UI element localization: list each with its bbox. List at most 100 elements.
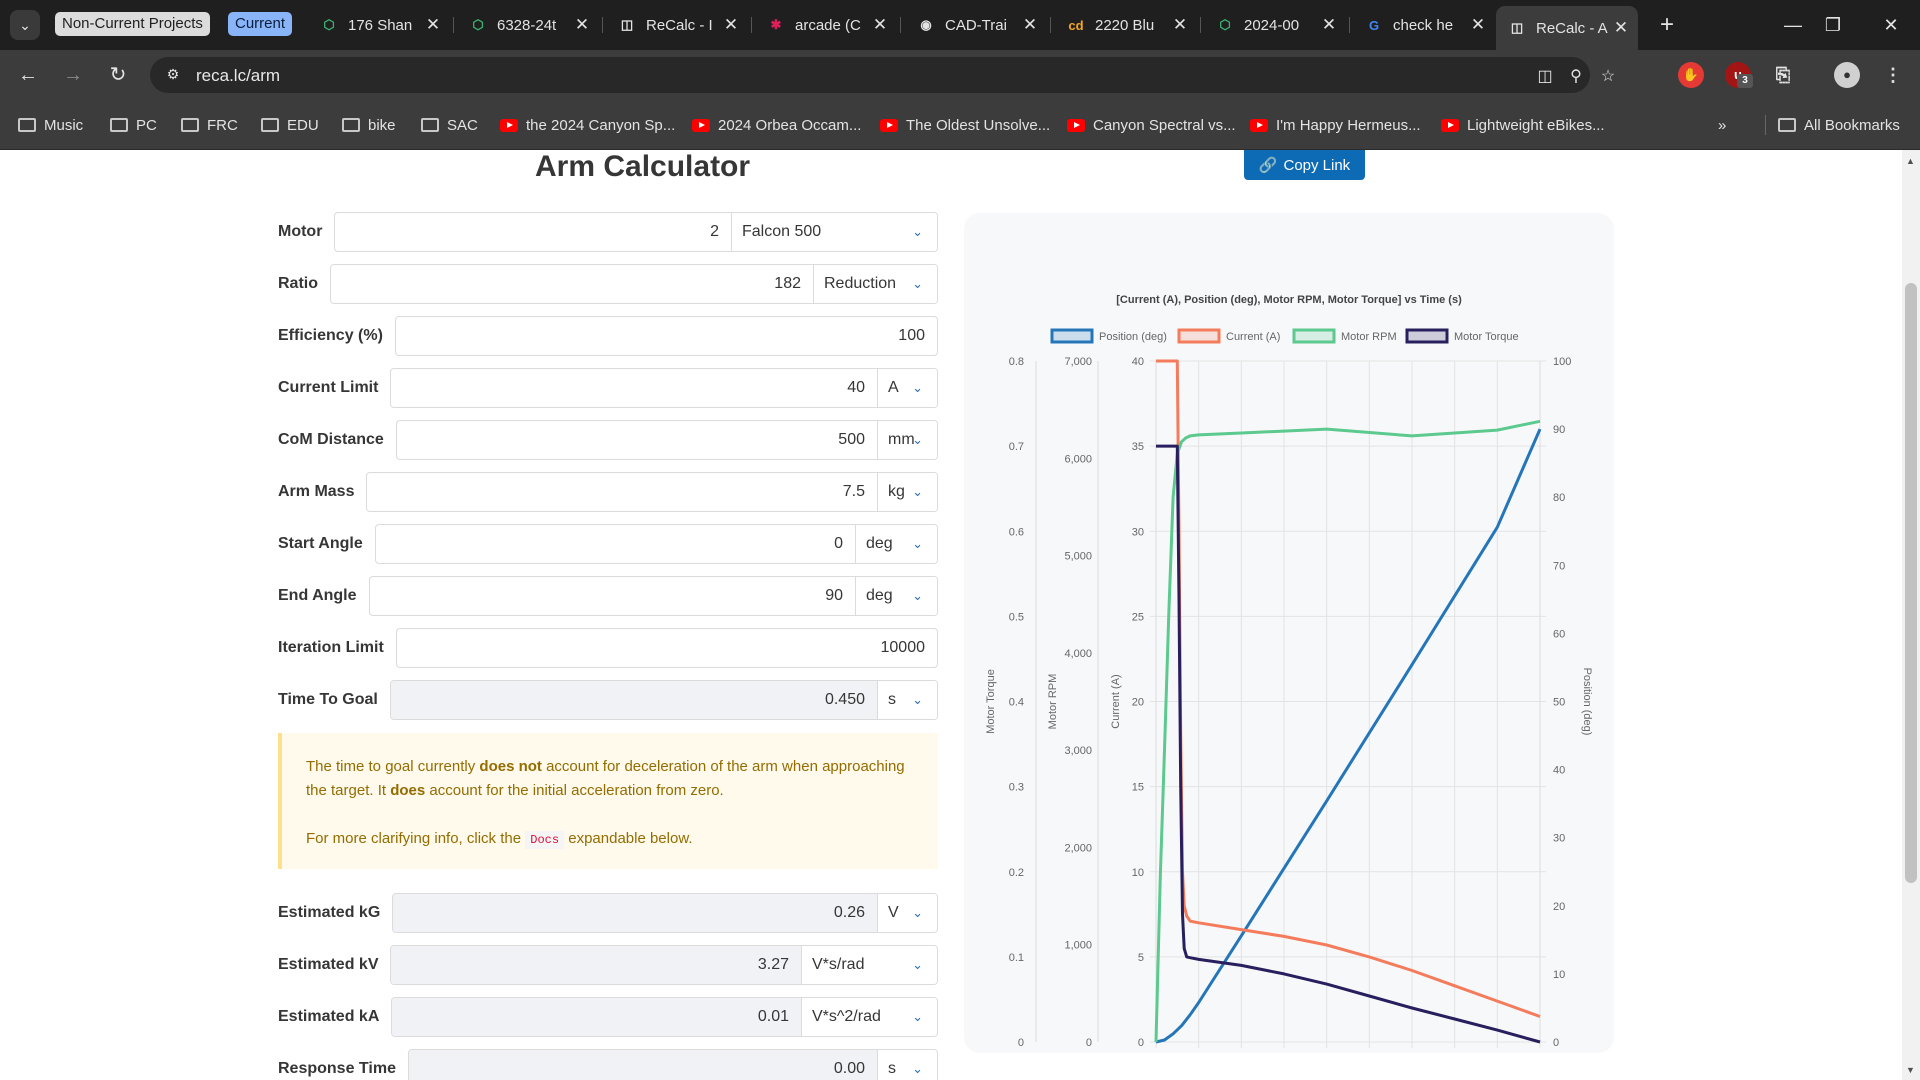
tab[interactable]: ✱ arcade (C ✕ — [755, 8, 897, 42]
unit-select[interactable]: s ⌄ — [877, 681, 937, 719]
new-tab-button[interactable]: + — [1652, 10, 1682, 40]
y-tick-label: 30 — [1553, 833, 1565, 845]
close-icon[interactable]: ✕ — [422, 15, 444, 35]
tab[interactable]: ⬡ 176 Shan ✕ — [308, 8, 450, 42]
page-scrollbar[interactable]: ▲ ▼ — [1902, 150, 1920, 1080]
minimize-icon: — — [1784, 15, 1802, 35]
reload-button[interactable]: ↻ — [103, 60, 133, 90]
ublock-extension-icon[interactable]: u3 — [1725, 62, 1753, 88]
unit-select[interactable]: mm ⌄ — [877, 421, 937, 459]
unit-select[interactable]: deg ⌄ — [855, 525, 937, 563]
bookmark-item[interactable]: EDU — [261, 115, 319, 135]
unit-select[interactable]: Reduction ⌄ — [813, 265, 937, 303]
extension-icon[interactable]: ✋ — [1678, 62, 1704, 88]
folder-icon — [1778, 118, 1796, 132]
field-row: Estimated kA 0.01 V*s^2/rad ⌄ — [278, 997, 938, 1037]
value-input[interactable]: 90 — [370, 577, 855, 615]
more-bookmarks-icon[interactable]: » — [1718, 115, 1726, 135]
value-input[interactable]: 0 — [376, 525, 855, 563]
value-input[interactable]: 7.5 — [367, 473, 877, 511]
bookmark-item[interactable]: the 2024 Canyon Sp... — [500, 115, 675, 135]
value-input: 0.26 — [393, 894, 877, 932]
tab-title: 2220 Blu — [1095, 16, 1155, 34]
tab-group-chip[interactable]: Current — [228, 12, 293, 36]
tab[interactable]: ⬡ 6328-24t ✕ — [457, 8, 599, 42]
address-bar[interactable]: ⚙ reca.lc/arm ◫ ⚲ ☆ — [150, 57, 1615, 93]
bookmark-item[interactable]: Lightweight eBikes... — [1441, 115, 1605, 135]
avatar[interactable]: ● — [1834, 62, 1860, 88]
chevron-down-icon: ⌄ — [912, 432, 923, 447]
site-info-icon[interactable]: ⚙ — [164, 66, 182, 84]
page-title: Arm Calculator — [535, 150, 751, 183]
bookmark-item[interactable]: The Oldest Unsolve... — [880, 115, 1050, 135]
close-icon[interactable]: ✕ — [1169, 15, 1191, 35]
value-input[interactable]: 40 — [391, 369, 877, 407]
legend-label: Current (A) — [1226, 331, 1280, 343]
scroll-up-icon[interactable]: ▲ — [1906, 156, 1915, 166]
field-label: Current Limit — [278, 379, 379, 396]
copy-link-button[interactable]: 🔗 Copy Link — [1244, 150, 1365, 180]
value-input[interactable]: 10000 — [397, 629, 937, 667]
all-bookmarks-button[interactable]: All Bookmarks — [1778, 115, 1900, 135]
tab-title: ReCalc - I — [646, 16, 713, 34]
unit-select[interactable]: kg ⌄ — [877, 473, 937, 511]
bookmark-label: Music — [44, 116, 84, 134]
chart-card: [Current (A), Position (deg), Motor RPM,… — [964, 213, 1614, 1053]
close-window-button[interactable]: ✕ — [1868, 8, 1914, 42]
scrollbar-thumb[interactable] — [1905, 283, 1917, 883]
bookmark-item[interactable]: bike — [342, 115, 396, 135]
puzzle-icon[interactable]: ⎘ — [1770, 62, 1796, 88]
bookmark-item[interactable]: FRC — [181, 115, 238, 135]
y-tick-label: 0.8 — [1009, 356, 1024, 368]
tab[interactable]: cd 2220 Blu ✕ — [1055, 8, 1197, 42]
url-text[interactable]: reca.lc/arm — [196, 66, 280, 86]
value-input[interactable]: 182 — [331, 265, 813, 303]
close-icon[interactable]: ✕ — [1318, 15, 1340, 35]
bookmark-label: Canyon Spectral vs... — [1093, 116, 1236, 134]
folder-icon — [342, 118, 360, 132]
kebab-menu-icon[interactable]: ⋮ — [1880, 62, 1906, 88]
zoom-icon[interactable]: ⚲ — [1566, 66, 1586, 86]
unit-select[interactable]: V ⌄ — [877, 894, 937, 932]
bookmark-item[interactable]: I'm Happy Hermeus... — [1250, 115, 1421, 135]
tab[interactable]: Gcheck he ✕ — [1353, 8, 1495, 42]
bookmark-item[interactable]: Canyon Spectral vs... — [1067, 115, 1236, 135]
onshape-icon: ⬡ — [1219, 17, 1231, 32]
bookmark-item[interactable]: Music — [18, 115, 83, 135]
unit-select[interactable]: s ⌄ — [877, 1050, 937, 1080]
tab-search-button[interactable]: ⌄ — [10, 10, 40, 40]
unit-select[interactable]: A ⌄ — [877, 369, 937, 407]
close-icon[interactable]: ✕ — [1610, 18, 1632, 38]
star-icon[interactable]: ☆ — [1598, 66, 1618, 86]
tab[interactable]: ◫ ReCalc - I ✕ — [606, 8, 748, 42]
youtube-icon — [500, 118, 518, 132]
bookmark-label: EDU — [287, 116, 319, 134]
tab-group-chip[interactable]: Non-Current Projects — [55, 12, 210, 36]
close-icon[interactable]: ✕ — [1019, 15, 1041, 35]
value-input[interactable]: 2 — [335, 213, 731, 251]
y-tick-label: 5 — [1138, 952, 1144, 964]
tab-title: CAD-Trai — [945, 16, 1007, 34]
unit-select[interactable]: Falcon 500 ⌄ — [731, 213, 937, 251]
install-app-icon[interactable]: ◫ — [1535, 66, 1555, 86]
bookmark-label: bike — [368, 116, 396, 134]
bookmark-item[interactable]: PC — [110, 115, 157, 135]
back-button[interactable]: ← — [13, 60, 43, 90]
tab[interactable]: ◉ CAD-Trai ✕ — [905, 8, 1047, 42]
close-icon[interactable]: ✕ — [571, 15, 593, 35]
value-input[interactable]: 500 — [397, 421, 877, 459]
bookmark-item[interactable]: SAC — [421, 115, 478, 135]
value-input[interactable]: 100 — [396, 317, 937, 355]
close-icon[interactable]: ✕ — [720, 15, 742, 35]
close-icon[interactable]: ✕ — [1467, 15, 1489, 35]
tab[interactable]: ◫ ReCalc - A ✕ — [1496, 6, 1638, 50]
tab[interactable]: ⬡ 2024-00 ✕ — [1204, 8, 1346, 42]
unit-select[interactable]: deg ⌄ — [855, 577, 937, 615]
bookmark-item[interactable]: 2024 Orbea Occam... — [692, 115, 861, 135]
unit-select[interactable]: V*s^2/rad ⌄ — [801, 998, 937, 1036]
forward-button[interactable]: → — [58, 60, 88, 90]
restore-button[interactable]: ❐ — [1810, 8, 1856, 42]
close-icon[interactable]: ✕ — [869, 15, 891, 35]
unit-select[interactable]: V*s/rad ⌄ — [801, 946, 937, 984]
scroll-down-icon[interactable]: ▼ — [1906, 1065, 1915, 1075]
